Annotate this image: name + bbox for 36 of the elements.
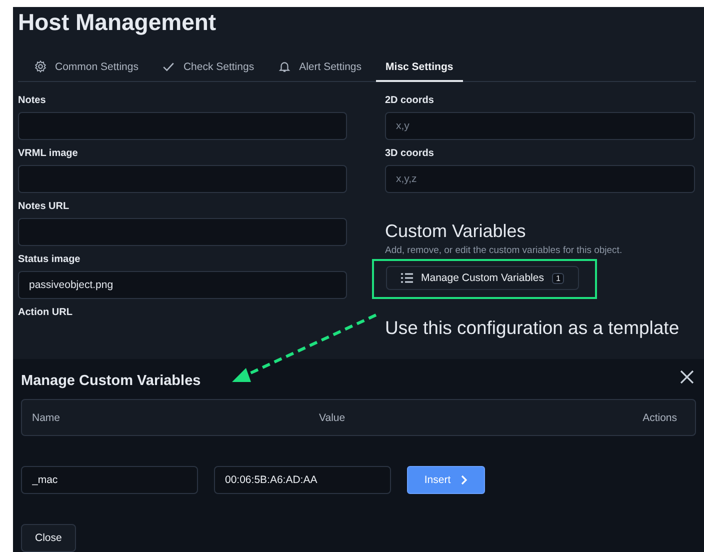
input-field[interactable]: passiveobject.png [18, 271, 347, 299]
field-label: 3D coords [385, 147, 435, 161]
input-field[interactable] [18, 112, 347, 140]
input-field[interactable]: 00:06:5B:A6:AD:AA [214, 466, 391, 494]
modal-title: Manage Custom Variables [21, 373, 201, 389]
field-label: Action URL [18, 306, 74, 320]
field-label: 2D coords [385, 94, 435, 108]
input-field[interactable]: x,y,z [385, 165, 695, 193]
close-button[interactable]: Close [21, 524, 76, 552]
tab[interactable]: Check Settings [152, 55, 264, 82]
tab[interactable]: Misc Settings [376, 55, 464, 82]
section-description: Add, remove, or edit the custom variables for this object. [385, 245, 624, 256]
input-field[interactable] [18, 165, 347, 193]
bell-icon [278, 60, 292, 73]
column-header: Value [319, 412, 346, 424]
tab[interactable]: Alert Settings [268, 55, 372, 82]
input-field[interactable]: _mac [21, 466, 198, 494]
field-label: Notes [18, 94, 47, 108]
manage-variables-button[interactable]: Manage Custom Variables 1 [386, 266, 580, 290]
field-label: VRML image [18, 147, 79, 161]
count-badge: 1 [552, 272, 564, 284]
page-title: Host Management [18, 8, 218, 37]
section-heading: Custom Variables [385, 221, 527, 242]
chevron-icon [460, 475, 468, 485]
column-header: Actions [642, 412, 677, 424]
tab[interactable]: Common Settings [24, 55, 148, 82]
field-label: Status image [18, 253, 82, 267]
column-header: Name [32, 412, 60, 424]
section-heading: Use this configuration as a template [385, 317, 680, 339]
field-label: Notes URL [18, 200, 70, 214]
gear-icon [34, 60, 47, 73]
input-field[interactable] [18, 218, 347, 246]
check-icon [162, 60, 176, 73]
list-icon [401, 273, 413, 283]
input-field[interactable]: x,y [385, 112, 695, 140]
close-icon[interactable] [680, 370, 694, 384]
